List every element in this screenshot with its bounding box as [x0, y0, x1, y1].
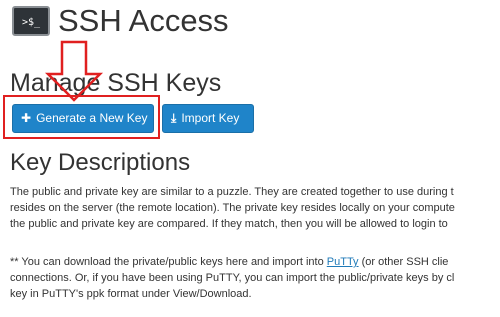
terminal-icon: >$_ — [12, 6, 50, 36]
note-text-before-link: ** You can download the private/public k… — [10, 256, 327, 268]
import-key-button[interactable]: ⤓ Import Key — [162, 104, 254, 133]
note-line-1: ** You can download the private/public k… — [10, 254, 448, 270]
note-text-after-link: (or other SSH clie — [358, 256, 449, 268]
putty-link[interactable]: PuTTy — [327, 256, 359, 268]
generate-key-button[interactable]: ✚ Generate a New Key — [12, 104, 154, 133]
description-line-3: the public and private key are compared.… — [10, 218, 448, 230]
description-line-2: resides on the server (the remote locati… — [10, 202, 455, 214]
description-line-1: The public and private key are similar t… — [10, 186, 454, 198]
import-key-label: Import Key — [181, 111, 240, 125]
key-descriptions-heading: Key Descriptions — [10, 149, 191, 176]
page-title: SSH Access — [58, 3, 229, 38]
note-line-2: connections. Or, if you have been using … — [10, 272, 455, 284]
manage-ssh-keys-heading: Manage SSH Keys — [10, 69, 222, 97]
import-icon: ⤓ — [171, 111, 177, 125]
note-line-3: key in PuTTY's ppk format under View/Dow… — [10, 288, 252, 300]
generate-key-label: Generate a New Key — [36, 111, 148, 125]
plus-icon: ✚ — [21, 111, 32, 125]
